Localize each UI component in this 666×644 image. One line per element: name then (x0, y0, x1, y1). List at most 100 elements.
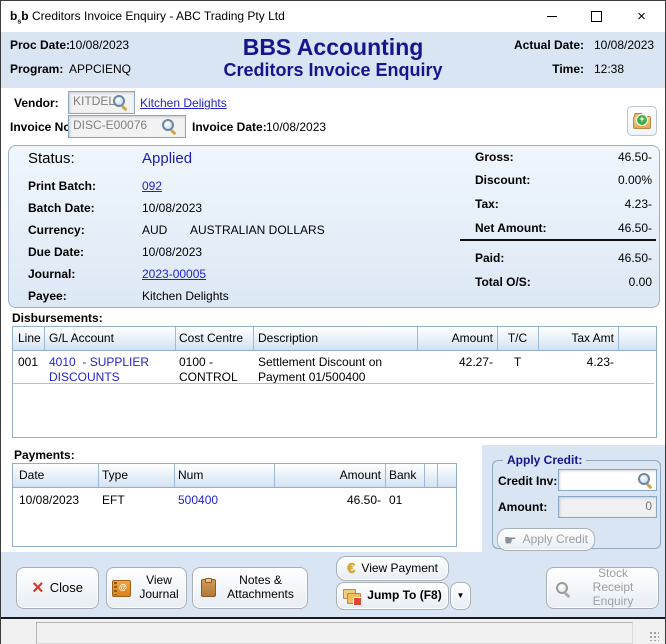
due-date-value: 10/08/2023 (142, 245, 202, 259)
time-label: Time: (484, 62, 584, 76)
notes-attachments-button[interactable]: Notes & Attachments (192, 567, 308, 609)
invoice-date-value: 10/08/2023 (266, 120, 326, 134)
total-os-label: Total O/S: (475, 275, 531, 289)
resize-grip[interactable] (649, 631, 659, 641)
col-num: Num (178, 468, 203, 482)
journal-link[interactable]: 2023-00005 (142, 267, 206, 281)
disb-line: 001 (18, 355, 38, 369)
close-button[interactable]: × Close (16, 567, 99, 609)
discount-label: Discount: (475, 173, 530, 187)
disb-amount: 42.27- (411, 355, 493, 369)
jump-to-folders-icon (343, 589, 361, 604)
euro-icon: € (347, 561, 355, 576)
invoice-lookup-icon[interactable] (162, 118, 177, 133)
time-value: 12:38 (594, 62, 624, 76)
status-value: Applied (142, 150, 192, 167)
pay-amount: 46.50- (291, 493, 381, 507)
maximize-button[interactable] (574, 1, 619, 32)
credit-amount-input[interactable]: 0 (558, 496, 657, 518)
vendor-label: Vendor: (14, 96, 59, 110)
jump-to-button[interactable]: Jump To (F8) (336, 582, 449, 610)
app-icon: bsb (10, 8, 29, 30)
disbursements-label: Disbursements: (12, 311, 103, 325)
minimize-button[interactable] (529, 1, 574, 32)
disb-tax: 4.23- (532, 355, 614, 369)
apply-credit-button[interactable]: ☛ Apply Credit (497, 528, 595, 551)
disb-gl-link-line2[interactable]: DISCOUNTS (49, 370, 120, 384)
hand-icon: ☛ (504, 533, 517, 547)
close-icon: × (637, 9, 646, 24)
credit-inv-lookup-icon[interactable] (638, 472, 653, 487)
discount-value: 0.00% (562, 173, 652, 187)
view-payment-button[interactable]: € View Payment (336, 556, 449, 581)
minimize-icon (547, 16, 557, 17)
close-x-icon: × (32, 579, 44, 597)
totals-divider (460, 239, 656, 241)
gross-value: 46.50- (562, 150, 652, 164)
print-batch-link[interactable]: 092 (142, 179, 162, 193)
jump-to-dropdown-button[interactable]: ▼ (450, 582, 471, 610)
payee-value: Kitchen Delights (142, 289, 229, 303)
close-window-button[interactable]: × (619, 1, 664, 32)
col-amount: Amount (411, 331, 493, 345)
col-cost-centre: Cost Centre (179, 331, 243, 345)
actual-date-label: Actual Date: (484, 38, 584, 52)
currency-code: AUD (142, 223, 167, 237)
new-document-button[interactable]: + (627, 106, 657, 136)
col-gl-account: G/L Account (49, 331, 114, 345)
maximize-icon (591, 11, 602, 22)
col-bank: Bank (389, 468, 416, 482)
vendor-name-link[interactable]: Kitchen Delights (140, 96, 227, 110)
col-date: Date (19, 468, 44, 482)
disb-desc-line2: Payment 01/500400 (258, 370, 365, 384)
header-band: Proc Date: 10/08/2023 Program: APPCIENQ … (1, 32, 665, 88)
journal-label: Journal: (28, 267, 75, 281)
payments-label: Payments: (14, 448, 75, 462)
payments-header: Date Type Num Amount Bank (13, 464, 456, 488)
paid-value: 46.50- (562, 251, 652, 265)
clipboard-icon (201, 579, 216, 597)
currency-name: AUSTRALIAN DOLLARS (190, 223, 325, 237)
status-label: Status: (28, 150, 75, 167)
batch-date-label: Batch Date: (28, 201, 95, 215)
paid-label: Paid: (475, 251, 504, 265)
vendor-lookup-icon[interactable] (113, 94, 128, 109)
view-journal-button[interactable]: View Journal (106, 567, 187, 609)
title-bar: bsb Creditors Invoice Enquiry - ABC Trad… (1, 1, 665, 33)
journal-icon (112, 580, 131, 597)
window-title: Creditors Invoice Enquiry - ABC Trading … (32, 9, 285, 23)
net-amount-label: Net Amount: (475, 221, 547, 235)
pay-type: EFT (102, 493, 125, 507)
payments-table: Date Type Num Amount Bank 10/08/2023 EFT… (12, 463, 457, 547)
print-batch-label: Print Batch: (28, 179, 96, 193)
invoice-no-label: Invoice No: (10, 120, 75, 134)
disb-gl-link-line1[interactable]: 4010 - SUPPLIER (49, 355, 149, 369)
col-line: Line (18, 331, 41, 345)
disb-cc-line1: 0100 - (179, 355, 213, 369)
tax-label: Tax: (475, 197, 499, 211)
stock-receipt-enquiry-button[interactable]: Stock Receipt Enquiry (546, 567, 659, 609)
status-bar-panel (36, 622, 633, 644)
chevron-down-icon: ▼ (457, 592, 465, 600)
actual-date-value: 10/08/2023 (594, 38, 654, 52)
status-bar (1, 617, 665, 644)
apply-credit-title: Apply Credit: (503, 453, 586, 467)
col-description: Description (258, 331, 318, 345)
search-icon (556, 581, 571, 596)
app-window: bsb Creditors Invoice Enquiry - ABC Trad… (0, 0, 666, 644)
col-tax-amt: Tax Amt (532, 331, 614, 345)
net-amount-value: 46.50- (562, 221, 652, 235)
disb-desc-line1: Settlement Discount on (258, 355, 382, 369)
disbursements-table: Line G/L Account Cost Centre Description… (12, 326, 657, 438)
folder-plus-icon: + (633, 116, 651, 129)
currency-label: Currency: (28, 223, 85, 237)
payee-label: Payee: (28, 289, 67, 303)
disb-cc-line2: CONTROL (179, 370, 238, 384)
disbursements-header: Line G/L Account Cost Centre Description… (13, 327, 656, 351)
invoice-date-label: Invoice Date: (192, 120, 267, 134)
tax-value: 4.23- (562, 197, 652, 211)
pay-num-link[interactable]: 500400 (178, 493, 218, 507)
batch-date-value: 10/08/2023 (142, 201, 202, 215)
gross-label: Gross: (475, 150, 514, 164)
col-type: Type (102, 468, 128, 482)
